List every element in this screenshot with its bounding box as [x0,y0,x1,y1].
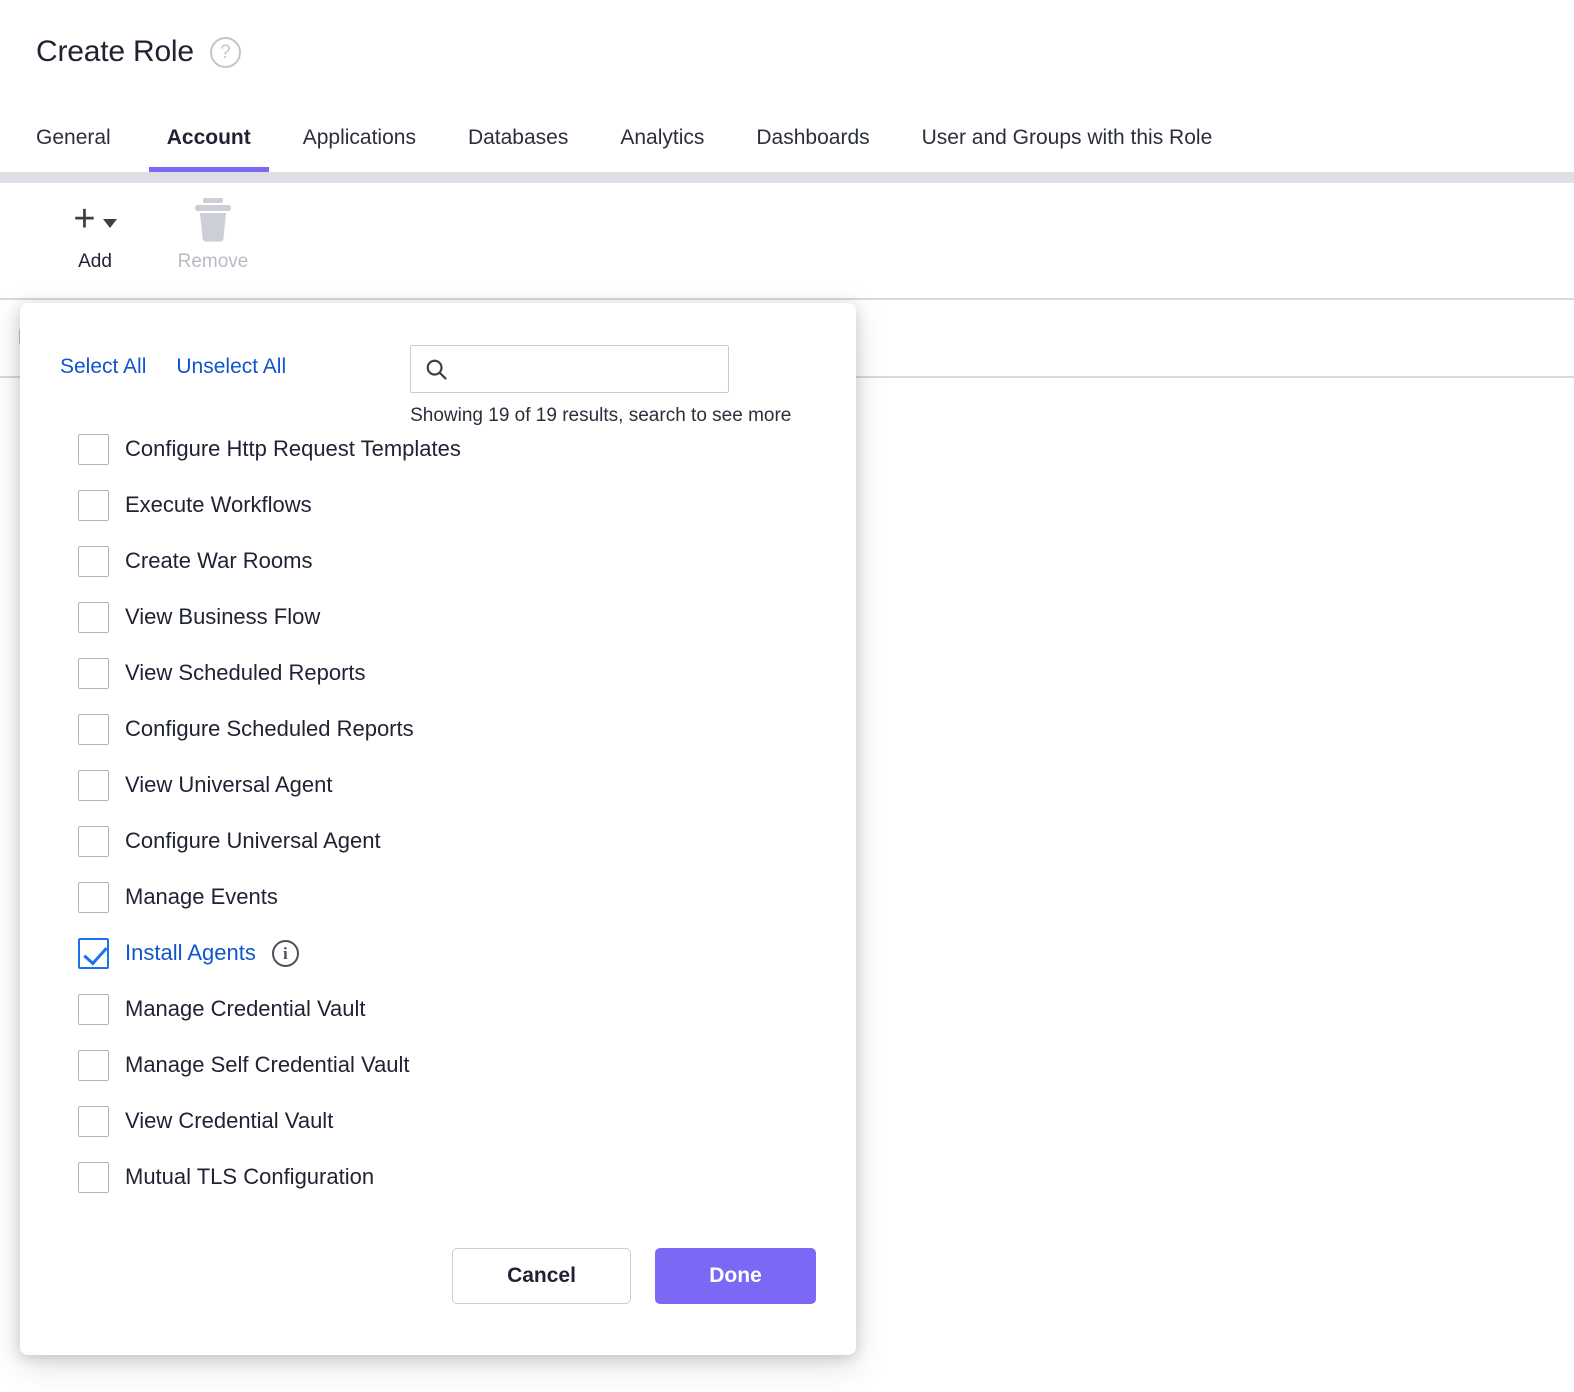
tab-databases[interactable]: Databases [442,104,594,172]
permission-checkbox[interactable] [78,601,109,633]
permission-row[interactable]: Manage Events [78,869,856,925]
info-icon[interactable]: i [271,939,299,967]
toolbar: + Add Remove [0,183,1574,298]
tab-bar-divider [0,172,1574,183]
permission-row[interactable]: View Credential Vault [78,1093,856,1149]
permission-label: View Credential Vault [125,1108,334,1133]
tab-account[interactable]: Account [141,104,277,172]
permission-label: Mutual TLS Configuration [125,1164,375,1189]
remove-button[interactable]: Remove [154,193,272,273]
permission-row[interactable]: Configure Scheduled Reports [78,701,856,757]
help-circle-icon[interactable]: ? [209,36,241,68]
trash-icon [195,198,231,242]
tab-dashboards[interactable]: Dashboards [730,104,895,172]
permission-checkbox[interactable] [78,545,109,577]
permission-label: View Scheduled Reports [125,660,366,685]
permission-label: Execute Workflows [125,492,312,517]
create-role-screen: Create Role ? General Account Applications… [0,0,1574,1392]
tab-analytics[interactable]: Analytics [594,104,730,172]
permission-checkbox[interactable] [78,657,109,689]
page-title: Create Role [36,35,194,68]
remove-button-label: Remove [177,251,249,272]
permission-row[interactable]: Execute Workflows [78,477,856,533]
permission-label: Create War Rooms [125,548,313,573]
tab-bar: General Account Applications Databases Analy… [0,104,1574,172]
permission-row[interactable]: Manage Credential Vault [78,981,856,1037]
permission-checkbox[interactable] [78,1105,109,1137]
permission-row[interactable]: Configure Universal Agent [78,813,856,869]
permission-label: Manage Credential Vault [125,996,366,1021]
permission-label: View Universal Agent [125,772,333,797]
permission-label: Configure Scheduled Reports [125,716,414,741]
chevron-down-icon [102,218,117,228]
permission-label: Manage Self Credential Vault [125,1052,410,1077]
permission-row[interactable]: Mutual TLS Configuration [78,1149,856,1197]
permission-label: Install Agents [125,940,256,965]
select-all-link[interactable]: Select All [60,355,146,379]
permission-row[interactable]: Create War Rooms [78,533,856,589]
dialog-footer: Cancel Done [20,1197,856,1355]
add-button-label: Add [78,251,112,272]
add-permissions-dialog: Select All Unselect All Showing 19 of 19… [20,303,856,1355]
add-button[interactable]: + Add [36,193,154,273]
permission-checkbox[interactable] [78,881,109,913]
permission-checkbox[interactable] [78,825,109,857]
permission-checkbox[interactable] [78,937,109,969]
search-box[interactable] [410,345,730,393]
selection-links: Select All Unselect All [60,345,286,379]
permission-checkbox[interactable] [78,489,109,521]
tab-applications[interactable]: Applications [277,104,442,172]
page-header: Create Role ? [0,0,1574,104]
permission-row[interactable]: View Universal Agent [78,757,856,813]
permission-list[interactable]: Configure Http Request Templates Execute … [20,433,856,1197]
search-area: Showing 19 of 19 results, search to see … [410,345,791,427]
permission-checkbox[interactable] [78,769,109,801]
permission-row[interactable]: Manage Self Credential Vault [78,1037,856,1093]
search-input[interactable] [449,346,729,392]
tab-user-and-groups-with-this-role[interactable]: User and Groups with this Role [896,104,1239,172]
permission-row[interactable]: View Scheduled Reports [78,645,856,701]
permission-checkbox[interactable] [78,993,109,1025]
search-icon [426,359,447,380]
add-glyph-group: + [73,193,117,245]
permission-row[interactable]: Configure Http Request Templates [78,433,856,477]
results-count-text: Showing 19 of 19 results, search to see … [410,405,792,426]
unselect-all-link[interactable]: Unselect All [176,355,286,379]
permission-label: View Business Flow [125,604,321,629]
permission-label: Manage Events [125,884,278,909]
permission-row[interactable]: Install Agents i [78,925,856,981]
done-button[interactable]: Done [655,1248,816,1304]
dialog-top-bar: Select All Unselect All Showing 19 of 19… [20,303,856,427]
permission-label: Configure Universal Agent [125,828,381,853]
remove-glyph-group [193,193,233,245]
permission-checkbox[interactable] [78,1161,109,1193]
cancel-button[interactable]: Cancel [452,1248,631,1304]
permission-label: Configure Http Request Templates [125,436,461,461]
permission-checkbox[interactable] [78,713,109,745]
permission-checkbox[interactable] [78,433,109,465]
tab-general[interactable]: General [36,104,141,172]
permission-row[interactable]: View Business Flow [78,589,856,645]
permission-checkbox[interactable] [78,1049,109,1081]
plus-icon: + [73,198,96,240]
